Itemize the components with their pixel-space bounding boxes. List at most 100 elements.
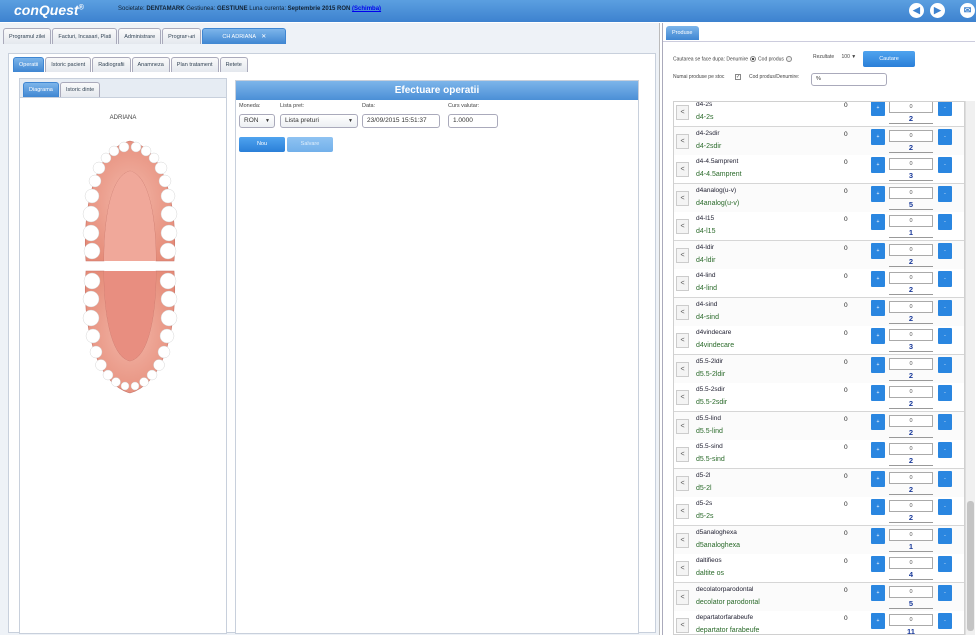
quantity-input[interactable]: 0 <box>889 500 933 512</box>
side-button[interactable]: - <box>938 385 952 401</box>
remove-button[interactable]: < <box>676 276 689 291</box>
list-item[interactable]: < d4-ldir d4-ldir 0 +0 2- <box>674 240 964 270</box>
side-button[interactable]: - <box>938 185 952 202</box>
salvare-button[interactable]: Salvare <box>287 137 333 152</box>
quantity-input[interactable]: 0 <box>889 129 933 142</box>
dental-diagram[interactable] <box>80 131 180 401</box>
quantity-input[interactable]: 0 <box>889 300 933 313</box>
radio-denumire[interactable] <box>750 56 757 62</box>
add-button[interactable]: + <box>871 470 885 487</box>
remove-button[interactable]: < <box>676 532 689 548</box>
add-button[interactable]: + <box>871 102 885 116</box>
side-button[interactable]: - <box>938 556 952 572</box>
tab-facturi[interactable]: Facturi, Incasari, Plati <box>52 28 118 44</box>
side-button[interactable]: - <box>938 328 952 344</box>
add-button[interactable]: + <box>871 242 885 259</box>
nou-button[interactable]: Nou <box>239 137 285 152</box>
quantity-input[interactable]: 0 <box>889 528 933 541</box>
quantity-input[interactable]: 0 <box>889 329 933 341</box>
add-button[interactable]: + <box>871 356 885 373</box>
close-icon[interactable]: ✕ <box>261 29 266 45</box>
list-item[interactable]: < d5.5-lind d5.5-lind 0 +0 2- <box>674 411 964 441</box>
add-button[interactable]: + <box>871 613 885 629</box>
list-item[interactable]: < d5.5-2ldir d5.5-2ldir 0 +0 2- <box>674 354 964 384</box>
tab-diagrama[interactable]: Diagrama <box>23 82 59 97</box>
tab-radiografii[interactable]: Radiografii <box>92 57 131 72</box>
remove-button[interactable]: < <box>676 447 689 462</box>
tab-produse[interactable]: Produse <box>666 26 699 40</box>
side-button[interactable]: - <box>938 613 952 629</box>
quantity-input[interactable]: 0 <box>889 386 933 398</box>
tab-administrare[interactable]: Administrare <box>118 28 162 44</box>
side-button[interactable]: - <box>938 584 952 601</box>
quantity-input[interactable]: 0 <box>889 215 933 227</box>
quantity-input[interactable]: 0 <box>889 443 933 455</box>
data-field[interactable]: 23/09/2015 15:51:37 <box>362 114 440 128</box>
tab-programul-zilei[interactable]: Programul zilei <box>3 28 52 44</box>
radio-cod-produs[interactable] <box>785 56 792 62</box>
add-button[interactable]: + <box>871 413 885 430</box>
add-button[interactable]: + <box>871 214 885 230</box>
quantity-input[interactable]: 0 <box>889 585 933 598</box>
add-button[interactable]: + <box>871 185 885 202</box>
remove-button[interactable]: < <box>676 589 689 605</box>
list-item[interactable]: < d4-2sdir d4-2sdir 0 +0 2- <box>674 126 964 156</box>
list-item[interactable]: < d5.5-sind d5.5-sind 0 +0 2- <box>674 440 964 469</box>
quantity-input[interactable]: 0 <box>889 272 933 284</box>
add-button[interactable]: + <box>871 499 885 515</box>
add-button[interactable]: + <box>871 328 885 344</box>
lista-pret-select[interactable]: Lista preturi ▼ <box>280 114 358 128</box>
remove-button[interactable]: < <box>676 418 689 434</box>
moneda-select[interactable]: RON ▼ <box>239 114 275 128</box>
scrollbar-thumb[interactable] <box>967 501 974 631</box>
remove-button[interactable]: < <box>676 390 689 405</box>
side-button[interactable]: - <box>938 214 952 230</box>
remove-button[interactable]: < <box>676 162 689 177</box>
mail-icon[interactable]: ✉ <box>960 3 975 18</box>
list-item[interactable]: < d4vindecare d4vindecare 0 +0 3- <box>674 326 964 355</box>
scrollbar[interactable] <box>965 101 975 635</box>
schimba-link[interactable]: (Schimba) <box>352 6 381 12</box>
side-button[interactable]: - <box>938 470 952 487</box>
list-item[interactable]: < d4-lind d4-lind 0 +0 2- <box>674 269 964 298</box>
list-item[interactable]: < departatorfarabeufe departator farabeufe… <box>674 611 964 634</box>
remove-button[interactable]: < <box>676 105 689 120</box>
quantity-input[interactable]: 0 <box>889 158 933 170</box>
side-button[interactable]: - <box>938 413 952 430</box>
tab-patient[interactable]: ⇄ CH ADRIANA ✕ <box>186 28 287 45</box>
rezultate-select[interactable]: 100 ▼ <box>842 54 857 60</box>
quantity-input[interactable]: 0 <box>889 414 933 427</box>
side-button[interactable]: - <box>938 356 952 373</box>
list-item[interactable]: < d5analoghexa d5analoghexa 0 +0 1- <box>674 525 964 555</box>
list-item[interactable]: < d4-2s d4-2s 0 +0 2- <box>674 102 964 127</box>
remove-button[interactable]: < <box>676 247 689 263</box>
list-item[interactable]: < d5-2l d5-2l 0 +0 2- <box>674 468 964 498</box>
remove-button[interactable]: < <box>676 361 689 377</box>
remove-button[interactable]: < <box>676 475 689 491</box>
add-button[interactable]: + <box>871 271 885 287</box>
tab-istoric-pacient[interactable]: Istoric pacient <box>45 57 92 72</box>
add-button[interactable]: + <box>871 556 885 572</box>
add-button[interactable]: + <box>871 299 885 316</box>
search-input[interactable]: % <box>811 73 887 86</box>
side-button[interactable]: - <box>938 128 952 145</box>
remove-button[interactable]: < <box>676 618 689 633</box>
tab-operatii[interactable]: Operatii <box>13 57 45 72</box>
remove-button[interactable]: < <box>676 561 689 576</box>
upper-jaw[interactable] <box>82 140 178 262</box>
side-button[interactable]: - <box>938 499 952 515</box>
quantity-input[interactable]: 0 <box>889 186 933 199</box>
remove-button[interactable]: < <box>676 333 689 348</box>
quantity-input[interactable]: 0 <box>889 102 933 113</box>
side-button[interactable]: - <box>938 442 952 458</box>
list-item[interactable]: < d4analog(u-v) d4analog(u-v) 0 +0 5- <box>674 183 964 213</box>
list-item[interactable]: < daltifieos daltite os 0 +0 4- <box>674 554 964 583</box>
remove-button[interactable]: < <box>676 304 689 320</box>
side-button[interactable]: - <box>938 102 952 116</box>
remove-button[interactable]: < <box>676 133 689 149</box>
side-button[interactable]: - <box>938 299 952 316</box>
add-button[interactable]: + <box>871 128 885 145</box>
list-item[interactable]: < d4-4.5amprent d4-4.5amprent 0 +0 3- <box>674 155 964 184</box>
stoc-checkbox[interactable]: ✓ <box>735 74 741 80</box>
tab-plan-tratament[interactable]: Plan tratament <box>170 57 219 72</box>
